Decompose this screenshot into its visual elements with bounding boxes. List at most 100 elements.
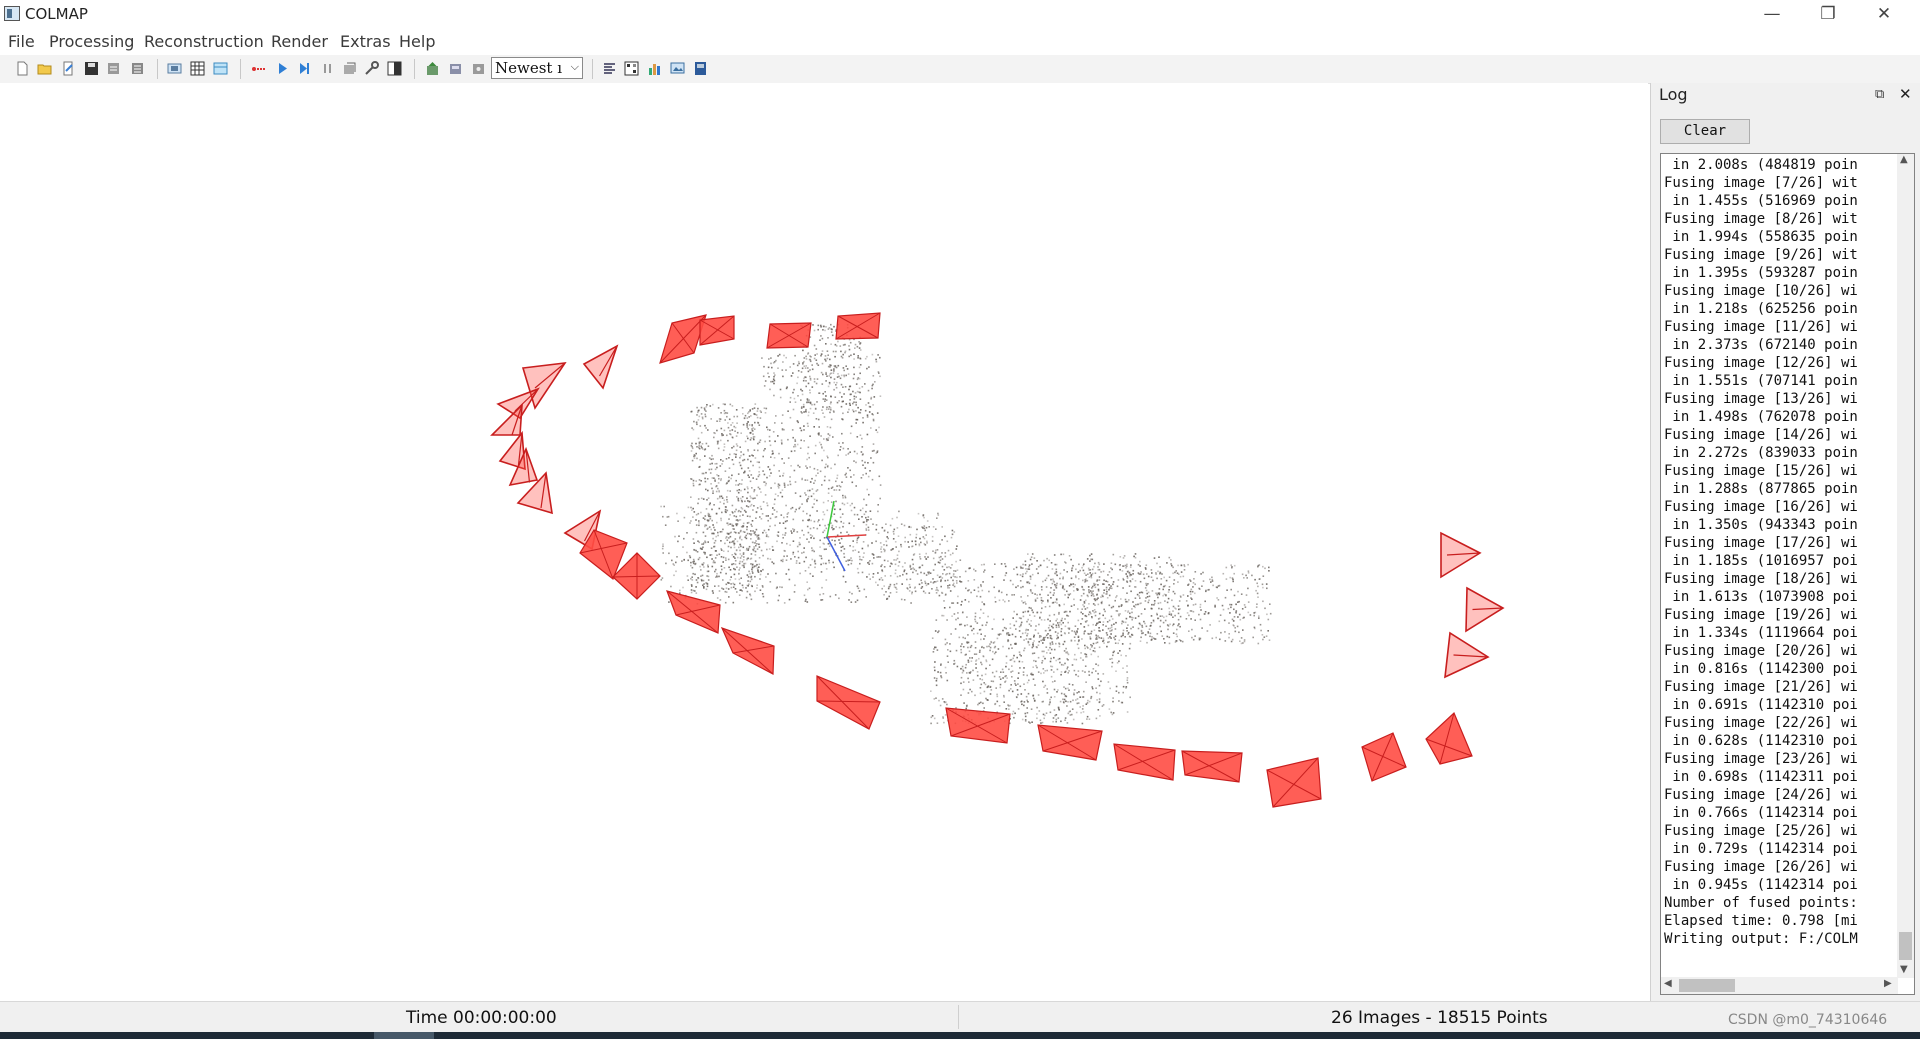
cloud-point (717, 531, 719, 534)
render-options-icon[interactable] (471, 61, 486, 76)
reconstruction-options-icon[interactable] (342, 61, 357, 76)
log-line: in 1.994s (558635 poin (1664, 229, 1858, 245)
cloud-point (747, 549, 749, 551)
menu-help[interactable]: Help (399, 32, 435, 51)
cloud-point (1162, 588, 1164, 591)
axis-z (826, 536, 846, 572)
model-viewer-canvas[interactable] (0, 83, 1648, 1001)
close-panel-icon[interactable]: ✕ (1899, 85, 1912, 103)
minimize-button[interactable]: — (1744, 0, 1800, 28)
automatic-reconstruction-icon[interactable] (251, 61, 266, 76)
cloud-point (690, 478, 692, 480)
open-project-icon[interactable] (37, 61, 52, 76)
menu-render[interactable]: Render (271, 32, 328, 51)
log-horizontal-scroll-thumb[interactable] (1679, 979, 1735, 992)
scroll-left-icon[interactable]: ◀ (1664, 978, 1672, 989)
status-bar: Time 00:00:00:00 26 Images - 18515 Point… (0, 1001, 1920, 1033)
cloud-point (898, 561, 901, 563)
cloud-point (1019, 667, 1021, 669)
cloud-point (758, 557, 761, 559)
cloud-point (1258, 615, 1260, 617)
save-project-icon[interactable] (84, 61, 99, 76)
dense-reconstruction-icon[interactable] (387, 61, 402, 76)
log-horizontal-scrollbar[interactable]: ◀ ▶ (1661, 977, 1898, 994)
cloud-point (1151, 603, 1153, 606)
feature-matching-icon[interactable] (190, 61, 205, 76)
export-model-icon[interactable] (130, 61, 145, 76)
render-reset-icon[interactable] (448, 61, 463, 76)
reconstruction-stats-icon[interactable] (602, 61, 617, 76)
cloud-point (1062, 622, 1064, 624)
cloud-point (1115, 690, 1118, 692)
cloud-point (951, 564, 953, 566)
cloud-point (748, 521, 750, 524)
cloud-point (852, 377, 855, 380)
taskbar-active-item[interactable] (374, 1032, 434, 1039)
cloud-point (993, 675, 996, 678)
cloud-point (1075, 568, 1077, 571)
cloud-point (1245, 574, 1247, 577)
cloud-point (1090, 592, 1093, 594)
cloud-point (816, 489, 819, 491)
cloud-point (696, 581, 699, 584)
render-selector-dropdown[interactable]: Newest ı ⌵ (491, 57, 583, 79)
cloud-point (1122, 629, 1125, 632)
scroll-right-icon[interactable]: ▶ (1884, 978, 1892, 989)
cloud-point (758, 461, 760, 464)
menu-extras[interactable]: Extras (340, 32, 391, 51)
restore-button[interactable]: ❐ (1800, 0, 1856, 28)
cloud-point (960, 623, 963, 626)
cloud-point (747, 412, 749, 415)
cloud-point (835, 345, 838, 347)
database-management-icon[interactable] (213, 61, 228, 76)
cloud-point (1064, 561, 1066, 563)
show-log-icon[interactable] (647, 61, 662, 76)
cloud-point (859, 562, 861, 565)
reconstruction-pause-icon[interactable] (320, 61, 335, 76)
cloud-point (793, 469, 796, 472)
cloud-point (1198, 587, 1200, 590)
cloud-point (1005, 572, 1008, 574)
scroll-up-icon[interactable]: ▲ (1900, 154, 1908, 165)
cloud-point (1011, 633, 1014, 636)
bundle-adjustment-icon[interactable] (364, 61, 379, 76)
cloud-point (1269, 612, 1272, 615)
cloud-point (939, 543, 941, 546)
log-vertical-scrollbar[interactable]: ▲ ▼ (1897, 154, 1914, 978)
cloud-point (1241, 608, 1244, 610)
cloud-point (717, 407, 720, 409)
cloud-point (820, 443, 822, 446)
float-panel-icon[interactable]: ⧉ (1875, 87, 1884, 102)
cloud-point (670, 585, 672, 588)
cloud-point (916, 528, 918, 531)
match-matrix-icon[interactable] (624, 61, 639, 76)
cloud-point (783, 462, 785, 464)
cloud-point (1003, 701, 1005, 703)
cloud-point (793, 397, 796, 400)
render-toggle-icon[interactable] (425, 61, 440, 76)
reconstruction-scene[interactable] (0, 83, 1648, 1001)
log-text-area[interactable]: in 2.008s (484819 poin Fusing image [7/26… (1660, 153, 1915, 995)
edit-project-icon[interactable] (61, 61, 76, 76)
scroll-down-icon[interactable]: ▼ (1900, 964, 1908, 975)
cloud-point (782, 472, 785, 475)
cloud-point (784, 532, 787, 534)
new-project-icon[interactable] (15, 61, 30, 76)
feature-extraction-icon[interactable] (167, 61, 182, 76)
log-vertical-scroll-thumb[interactable] (1899, 932, 1912, 960)
grab-movie-icon[interactable] (693, 61, 708, 76)
cloud-point (1029, 638, 1032, 640)
import-model-icon[interactable] (106, 61, 121, 76)
cloud-point (824, 355, 827, 357)
menu-reconstruction[interactable]: Reconstruction (144, 32, 264, 51)
cloud-point (808, 456, 810, 459)
grab-image-icon[interactable] (670, 61, 685, 76)
reconstruction-start-icon[interactable] (275, 61, 290, 76)
menu-processing[interactable]: Processing (49, 32, 134, 51)
cloud-point (726, 434, 728, 437)
cloud-point (975, 653, 978, 655)
reconstruction-step-icon[interactable] (297, 61, 312, 76)
clear-log-button[interactable]: Clear (1660, 119, 1750, 144)
close-button[interactable]: ✕ (1856, 0, 1912, 28)
menu-file[interactable]: File (8, 32, 35, 51)
